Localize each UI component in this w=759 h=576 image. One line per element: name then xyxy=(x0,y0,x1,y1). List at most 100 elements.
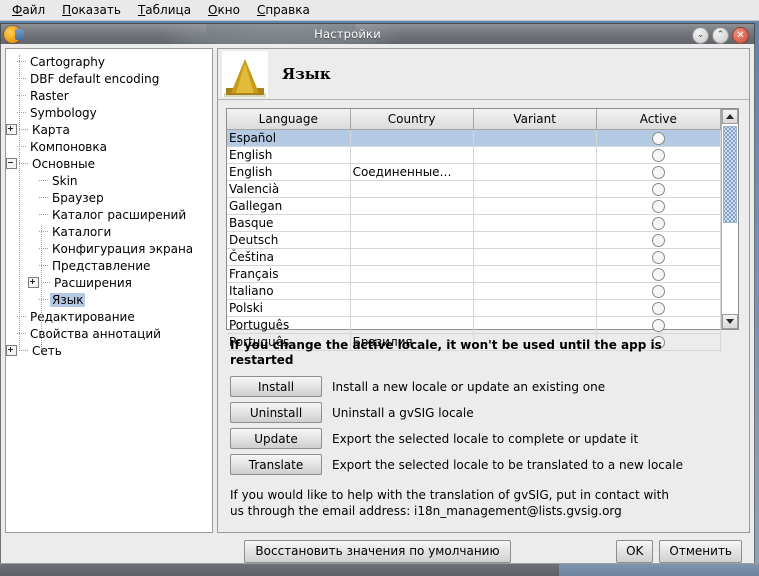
table-row[interactable]: English Соединенные… xyxy=(227,163,722,181)
tree-item-general[interactable]: Основные xyxy=(6,155,212,172)
column-header-language[interactable]: Language xyxy=(227,109,351,130)
contact-text: If you would like to help with the trans… xyxy=(230,488,669,518)
install-button[interactable]: Install xyxy=(230,376,322,397)
menu-table[interactable]: Таблица xyxy=(134,1,204,19)
active-radio-icon[interactable] xyxy=(651,216,665,230)
cell-active[interactable] xyxy=(596,265,722,283)
tree-item-symbology[interactable]: Symbology xyxy=(6,104,212,121)
action-row-update: Update Export the selected locale to com… xyxy=(230,428,739,449)
table-row[interactable]: English xyxy=(227,146,722,164)
active-radio-icon[interactable] xyxy=(651,148,665,162)
active-radio-icon[interactable] xyxy=(651,301,665,315)
menu-window[interactable]: Окно xyxy=(204,1,253,19)
cell-active[interactable] xyxy=(596,146,722,164)
menu-window-mnemonic: О xyxy=(208,3,218,17)
table-row[interactable]: Čeština xyxy=(227,248,722,266)
table-row[interactable]: Español xyxy=(227,129,722,147)
cell-active[interactable] xyxy=(596,129,722,147)
collapse-minus-icon[interactable] xyxy=(6,158,17,169)
table-row[interactable]: Gallegan xyxy=(227,197,722,215)
tree-item-extensions-catalog[interactable]: Каталог расширений xyxy=(6,206,212,223)
active-radio-icon[interactable] xyxy=(651,182,665,196)
application-menubar: Файл Показать Таблица Окно Справка xyxy=(0,0,759,21)
cell-active[interactable] xyxy=(596,163,722,181)
table-row[interactable]: Français xyxy=(227,265,722,283)
cell-active[interactable] xyxy=(596,248,722,266)
settings-tree[interactable]: Cartography DBF default encoding Raster … xyxy=(5,48,213,533)
tree-item-label: Свойства аннотаций xyxy=(30,326,161,341)
cell-active[interactable] xyxy=(596,316,722,334)
maximize-icon[interactable]: ⌃ xyxy=(712,27,729,44)
tree-item-catalogs[interactable]: Каталоги xyxy=(6,223,212,240)
desktop-taskbar[interactable] xyxy=(0,563,759,576)
expand-plus-icon[interactable] xyxy=(6,124,17,135)
translate-button[interactable]: Translate xyxy=(230,454,322,475)
cell-variant xyxy=(473,180,597,198)
tree-item-raster[interactable]: Raster xyxy=(6,87,212,104)
tree-item-editing[interactable]: Редактирование xyxy=(6,308,212,325)
tree-item-browser[interactable]: Браузер xyxy=(6,189,212,206)
scrollbar-track[interactable] xyxy=(722,124,738,314)
scroll-down-button[interactable] xyxy=(722,314,738,329)
cell-active[interactable] xyxy=(596,231,722,249)
cell-active[interactable] xyxy=(596,197,722,215)
tree-item-annotation-properties[interactable]: Свойства аннотаций xyxy=(6,325,212,342)
active-radio-icon[interactable] xyxy=(651,284,665,298)
menu-view[interactable]: Показать xyxy=(58,1,134,19)
dialog-titlebar[interactable]: Настройки ⌄ ⌃ ✕ xyxy=(0,23,755,44)
restore-defaults-button[interactable]: Восстановить значения по умолчанию xyxy=(244,539,511,563)
active-radio-icon[interactable] xyxy=(651,131,665,145)
active-radio-icon[interactable] xyxy=(651,250,665,264)
cell-active[interactable] xyxy=(596,214,722,232)
update-button[interactable]: Update xyxy=(230,428,322,449)
expand-plus-icon[interactable] xyxy=(28,277,39,288)
tree-item-layout[interactable]: Компоновка xyxy=(6,138,212,155)
column-header-variant[interactable]: Variant xyxy=(473,109,597,130)
ok-button[interactable]: OK xyxy=(616,539,654,563)
cancel-button[interactable]: Отменить xyxy=(659,539,742,563)
dialog-content: Cartography DBF default encoding Raster … xyxy=(5,48,750,533)
active-radio-icon[interactable] xyxy=(651,165,665,179)
menu-file[interactable]: Файл xyxy=(8,1,58,19)
cell-active[interactable] xyxy=(596,180,722,198)
cell-active[interactable] xyxy=(596,282,722,300)
tree-item-language[interactable]: Язык xyxy=(6,291,212,308)
scroll-up-button[interactable] xyxy=(722,109,738,124)
expand-plus-icon[interactable] xyxy=(6,345,17,356)
column-header-active[interactable]: Active xyxy=(596,109,722,130)
tree-item-cartography[interactable]: Cartography xyxy=(6,53,212,70)
tree-item-label: Skin xyxy=(52,173,78,188)
tree-item-view[interactable]: Представление xyxy=(6,257,212,274)
active-radio-icon[interactable] xyxy=(651,267,665,281)
close-icon[interactable]: ✕ xyxy=(732,27,749,44)
table-row[interactable]: Basque xyxy=(227,214,722,232)
table-row[interactable]: Português xyxy=(227,316,722,334)
scrollbar-thumb[interactable] xyxy=(723,126,737,223)
table-row[interactable]: Deutsch xyxy=(227,231,722,249)
tree-item-extensions[interactable]: Расширения xyxy=(6,274,212,291)
menu-help[interactable]: Справка xyxy=(253,1,323,19)
cell-language: Español xyxy=(227,129,351,147)
active-radio-icon[interactable] xyxy=(651,199,665,213)
cell-active[interactable] xyxy=(596,299,722,317)
tree-item-dbf-default-encoding[interactable]: DBF default encoding xyxy=(6,70,212,87)
tree-item-skin[interactable]: Skin xyxy=(6,172,212,189)
table-row[interactable]: Valencià xyxy=(227,180,722,198)
tree-item-screen-configuration[interactable]: Конфигурация экрана xyxy=(6,240,212,257)
active-radio-icon[interactable] xyxy=(651,233,665,247)
settings-dialog: Настройки ⌄ ⌃ ✕ Cartography DBF default … xyxy=(0,23,755,568)
column-header-country[interactable]: Country xyxy=(350,109,474,130)
locales-table[interactable]: Language Country Variant Active Español xyxy=(227,109,722,351)
uninstall-button[interactable]: Uninstall xyxy=(230,402,322,423)
action-row-translate: Translate Export the selected locale to … xyxy=(230,454,739,475)
tree-item-network[interactable]: Сеть xyxy=(6,342,212,359)
table-row[interactable]: Italiano xyxy=(227,282,722,300)
table-vertical-scrollbar[interactable] xyxy=(721,109,738,329)
active-radio-icon[interactable] xyxy=(651,318,665,332)
minimize-icon[interactable]: ⌄ xyxy=(692,27,709,44)
table-row[interactable]: Polski xyxy=(227,299,722,317)
tree-item-label: Редактирование xyxy=(30,309,135,324)
cell-language: Deutsch xyxy=(227,231,351,249)
cell-language: Basque xyxy=(227,214,351,232)
tree-item-map[interactable]: Карта xyxy=(6,121,212,138)
